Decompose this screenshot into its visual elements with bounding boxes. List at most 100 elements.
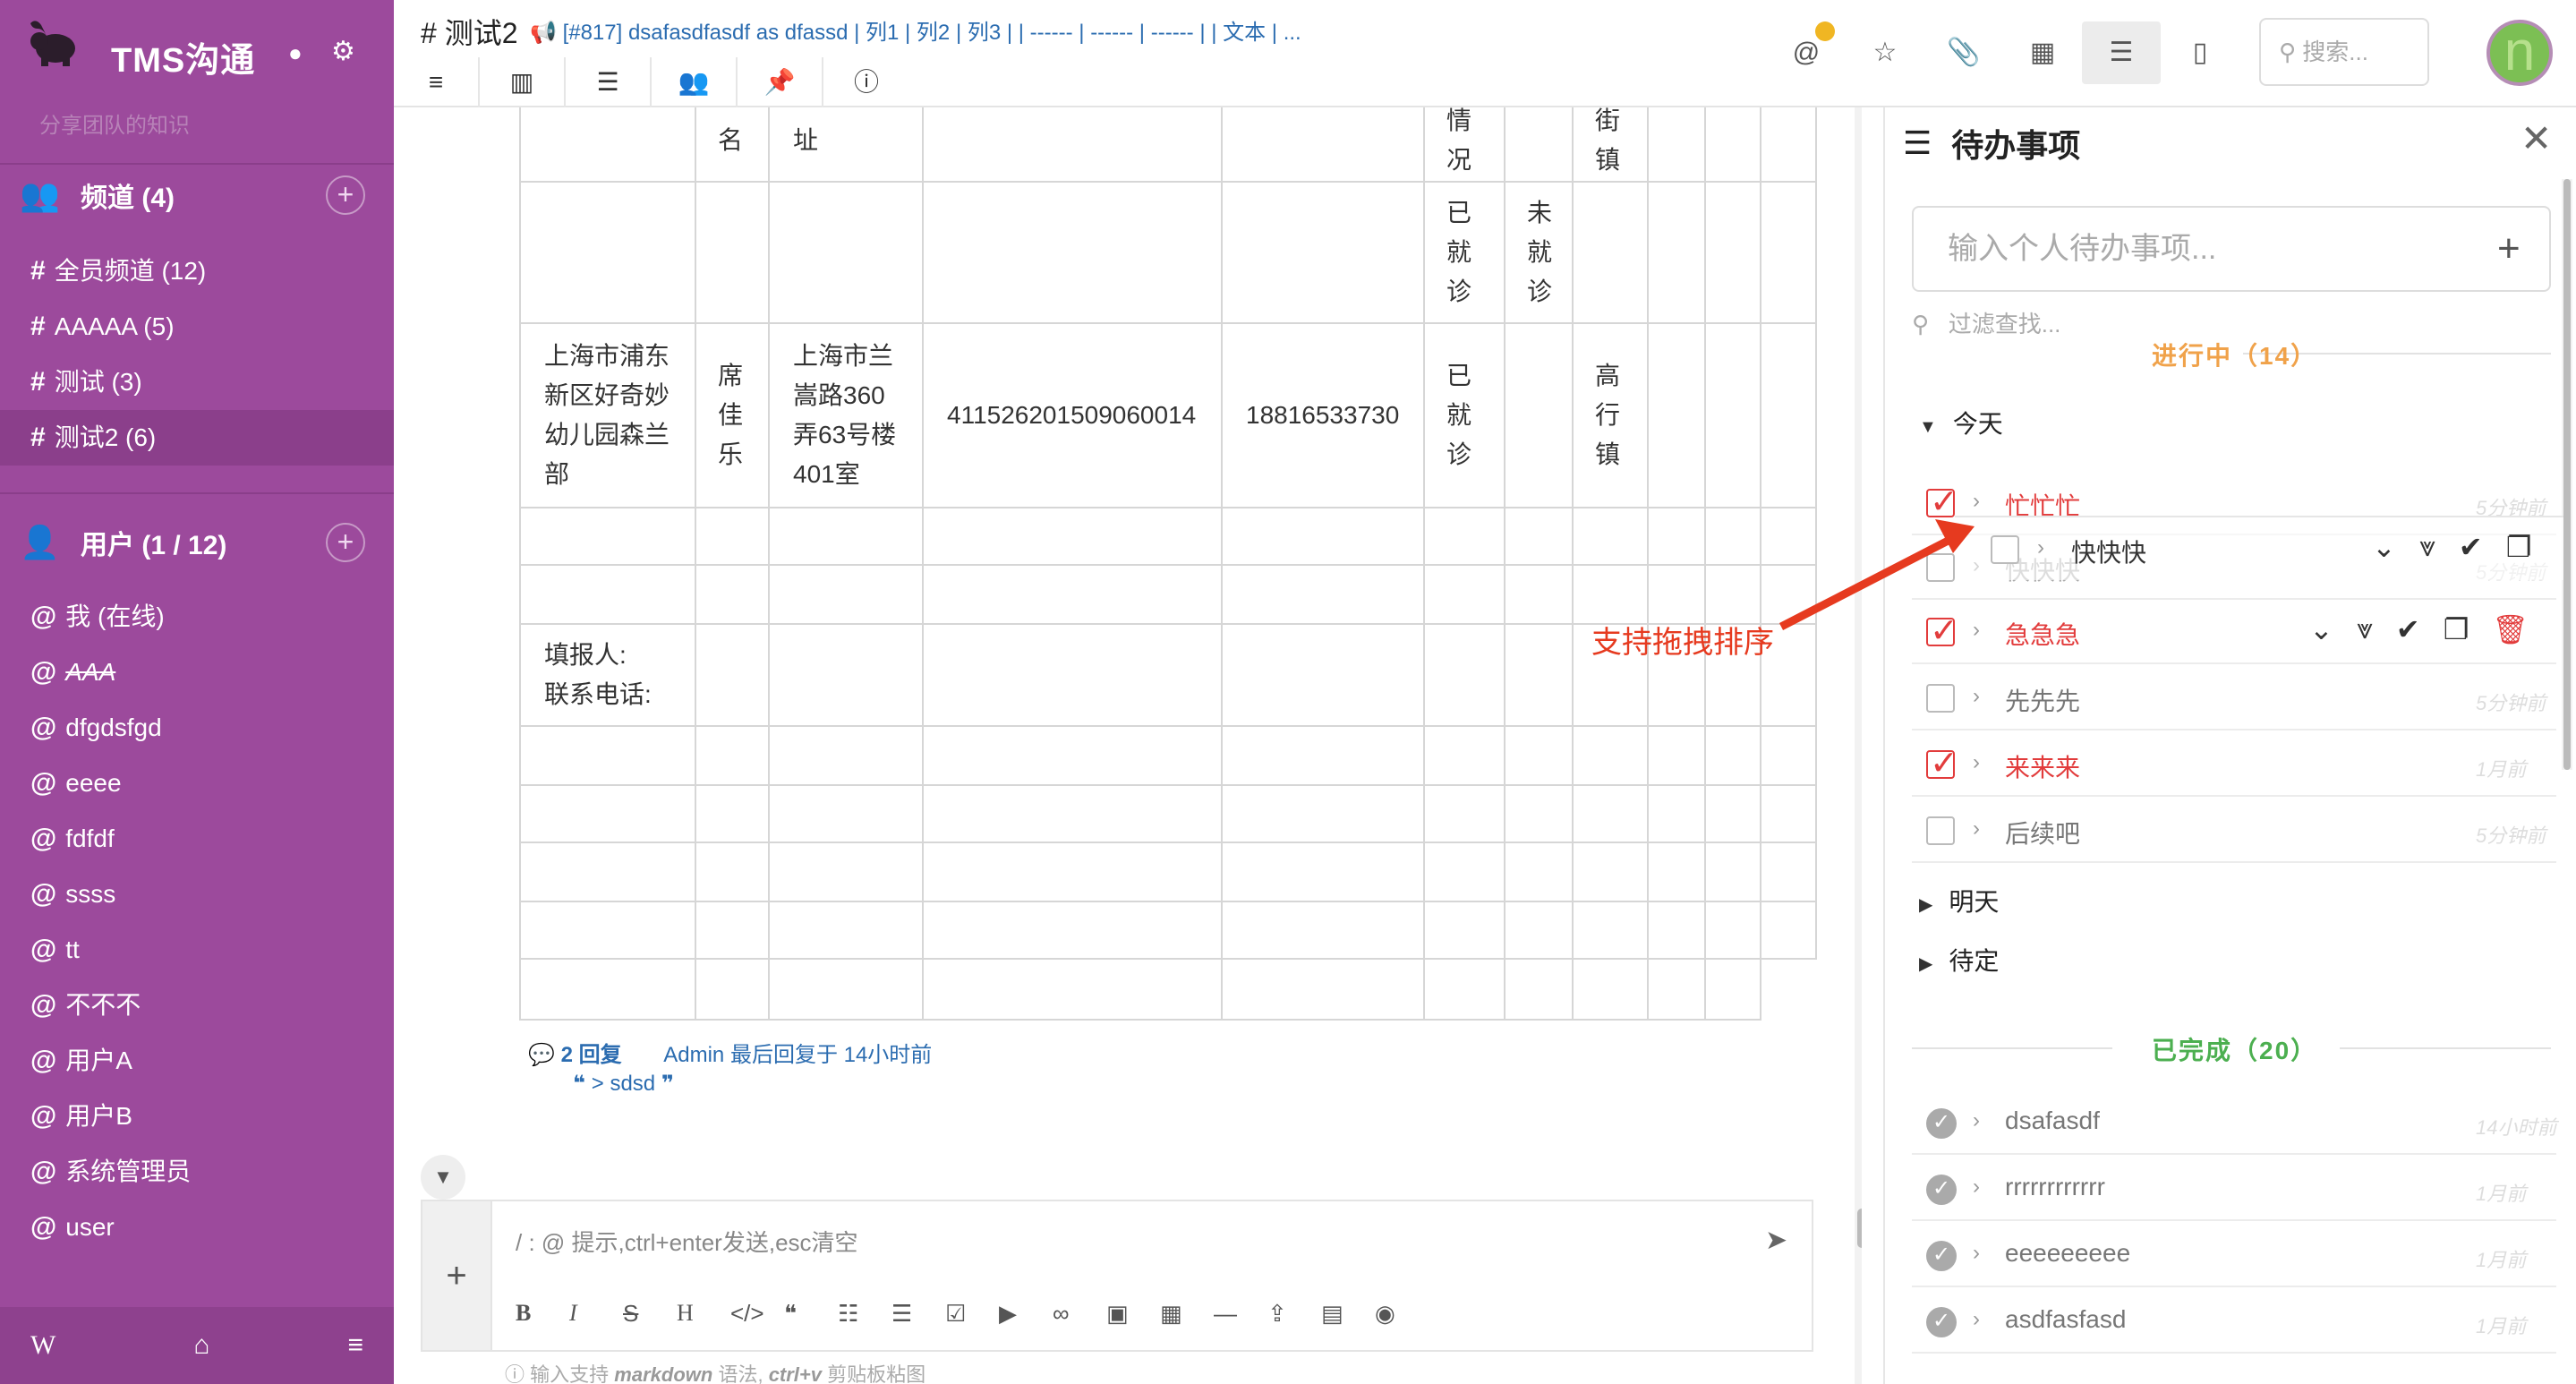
star-icon[interactable]: ☆: [1846, 21, 1924, 84]
chevron-down-icon[interactable]: ⌄: [2309, 612, 2333, 646]
checkbox[interactable]: [1926, 816, 1955, 845]
sidebar-user-item[interactable]: @ 不不不: [0, 978, 394, 1033]
sidebar-user-item[interactable]: @ fdfdf: [0, 811, 394, 867]
check-circle-icon[interactable]: ✔: [2396, 612, 2420, 646]
double-chevron-down-icon[interactable]: ⩔: [2419, 530, 2435, 564]
link-icon[interactable]: ∞: [1053, 1300, 1106, 1328]
file-icon[interactable]: ▤: [1321, 1300, 1375, 1328]
trash-icon[interactable]: 🗑: [2492, 612, 2529, 646]
done-todo-item[interactable]: › dsafasdf 14小时前: [1912, 1090, 2556, 1155]
pin-icon[interactable]: 📌: [738, 57, 823, 107]
add-todo-button[interactable]: +: [2497, 208, 2521, 290]
bullet-list-icon[interactable]: ☷: [838, 1300, 891, 1328]
checkbox[interactable]: [1991, 535, 2019, 564]
todo-scrollbar[interactable]: [2562, 179, 2572, 770]
hr-icon[interactable]: —: [1214, 1300, 1267, 1328]
copy-icon[interactable]: ❐: [2444, 612, 2469, 646]
todo-item[interactable]: › 急急急 ⌄ ⩔ ✔ ❐ 🗑: [1912, 600, 2556, 664]
todo-item[interactable]: › 后续吧 5分钟前: [1912, 799, 2556, 863]
copy-icon[interactable]: ❐: [2506, 530, 2532, 564]
todo-list-icon[interactable]: ☰: [2082, 21, 2161, 84]
mention-icon[interactable]: @: [1767, 21, 1846, 84]
sidebar-channel-item[interactable]: # 测试 (3): [0, 355, 394, 410]
search-input[interactable]: ⚲ 搜索...: [2259, 18, 2429, 86]
numbered-list-icon[interactable]: ☰: [891, 1300, 945, 1328]
todo-item[interactable]: › 先先先 5分钟前: [1912, 666, 2556, 730]
chevron-right-icon[interactable]: ›: [2037, 535, 2044, 560]
dragging-todo-item[interactable]: › 快快快 ⌄ ⩔ ✔ ❐: [1955, 516, 2563, 580]
chevron-right-icon[interactable]: ›: [1973, 816, 1980, 842]
add-attachment-button[interactable]: +: [422, 1201, 492, 1350]
done-check-icon[interactable]: [1926, 1175, 1957, 1205]
image-icon[interactable]: ▣: [1106, 1300, 1160, 1328]
members-icon[interactable]: 👥: [652, 57, 738, 107]
add-user-button[interactable]: +: [326, 523, 365, 562]
done-todo-item[interactable]: › asdfasfasd 1月前: [1912, 1289, 2556, 1354]
sidebar-user-item[interactable]: @ AAA: [0, 645, 394, 700]
group-pending[interactable]: ▶ 待定: [1919, 942, 1999, 978]
sidebar-user-item[interactable]: @ tt: [0, 922, 394, 978]
done-check-icon[interactable]: [1926, 1108, 1957, 1139]
checkbox[interactable]: [1926, 743, 1958, 783]
split-view-icon[interactable]: ▯: [2161, 21, 2239, 84]
reply-count[interactable]: 2 回复: [561, 1043, 622, 1067]
checkbox[interactable]: [1926, 553, 1955, 582]
sidebar-user-item[interactable]: @ user: [0, 1200, 394, 1255]
todo-input[interactable]: 输入个人待办事项... +: [1912, 206, 2551, 292]
heading-icon[interactable]: H: [677, 1300, 730, 1328]
scroll-thumb[interactable]: [1857, 1209, 1862, 1248]
todo-filter-input[interactable]: ⚲ 过滤查找...: [1912, 306, 2060, 339]
preview-icon[interactable]: ◉: [1375, 1300, 1429, 1328]
chevron-right-icon[interactable]: ›: [1973, 618, 1980, 643]
group-today[interactable]: ▼ 今天: [1919, 405, 2003, 440]
channels-header[interactable]: 👥 频道 (4): [20, 175, 175, 215]
gear-icon[interactable]: ⚙: [331, 36, 355, 67]
table-icon[interactable]: ▦: [1160, 1300, 1214, 1328]
menu-icon[interactable]: ≡: [394, 57, 480, 107]
chevron-right-icon[interactable]: ›: [1973, 489, 1980, 514]
home-icon[interactable]: ⌂: [193, 1330, 209, 1361]
code-icon[interactable]: </>: [730, 1300, 784, 1328]
chevron-right-icon[interactable]: ›: [1973, 1175, 1980, 1200]
checkbox[interactable]: [1926, 482, 1958, 522]
main-scrollbar[interactable]: [1855, 107, 1862, 1384]
chevron-right-icon[interactable]: ›: [1973, 750, 1980, 775]
sidebar-channel-item[interactable]: # AAAAA (5): [0, 299, 394, 355]
chevron-right-icon[interactable]: ›: [1973, 1307, 1980, 1332]
close-icon[interactable]: ✕: [2521, 116, 2552, 160]
add-channel-button[interactable]: +: [326, 175, 365, 215]
checklist-icon[interactable]: ☑: [945, 1300, 999, 1328]
strike-icon[interactable]: S: [623, 1300, 677, 1328]
calendar-icon[interactable]: ▦: [2003, 21, 2082, 84]
checkbox[interactable]: [1926, 611, 1958, 651]
drop-icon[interactable]: ●: [288, 39, 303, 67]
chevron-down-icon[interactable]: ⌄: [2372, 530, 2396, 564]
chevron-right-icon[interactable]: ›: [1973, 1108, 1980, 1133]
list-icon[interactable]: ☰: [566, 57, 652, 107]
sidebar-user-item[interactable]: @ 我 (在线): [0, 589, 394, 645]
channel-topic[interactable]: 📢 [#817] dsafasdfasdf as dfassd | 列1 | 列…: [530, 14, 1693, 46]
done-check-icon[interactable]: [1926, 1241, 1957, 1271]
attachment-icon[interactable]: 📎: [1924, 21, 2003, 84]
todo-item[interactable]: › 来来来 1月前: [1912, 732, 2556, 797]
filter-icon[interactable]: ▼: [421, 1155, 465, 1200]
w-logo-icon[interactable]: W: [30, 1330, 55, 1361]
message-input[interactable]: / : @ 提示,ctrl+enter发送,esc清空: [516, 1225, 858, 1258]
sidebar-user-item[interactable]: @ 用户A: [0, 1033, 394, 1089]
sidebar-channel-item[interactable]: # 全员频道 (12): [0, 243, 394, 299]
quote-icon[interactable]: ❝: [784, 1300, 838, 1328]
sidebar-user-item[interactable]: @ dfgdsfgd: [0, 700, 394, 756]
menu-icon[interactable]: ≡: [347, 1330, 363, 1361]
double-chevron-down-icon[interactable]: ⩔: [2357, 612, 2373, 646]
sidebar-channel-item[interactable]: # 测试2 (6): [0, 410, 394, 466]
sidebar-user-item[interactable]: @ ssss: [0, 867, 394, 922]
done-todo-item[interactable]: › eeeeeeeee 1月前: [1912, 1223, 2556, 1287]
done-check-icon[interactable]: [1926, 1307, 1957, 1337]
chart-icon[interactable]: ▥: [480, 57, 566, 107]
italic-icon[interactable]: I: [569, 1300, 623, 1328]
play-icon[interactable]: ▶: [999, 1300, 1053, 1328]
checkbox[interactable]: [1926, 684, 1955, 713]
scroll-thumb[interactable]: [2563, 179, 2571, 770]
avatar[interactable]: n: [2486, 20, 2553, 86]
chevron-right-icon[interactable]: ›: [1973, 1241, 1980, 1266]
